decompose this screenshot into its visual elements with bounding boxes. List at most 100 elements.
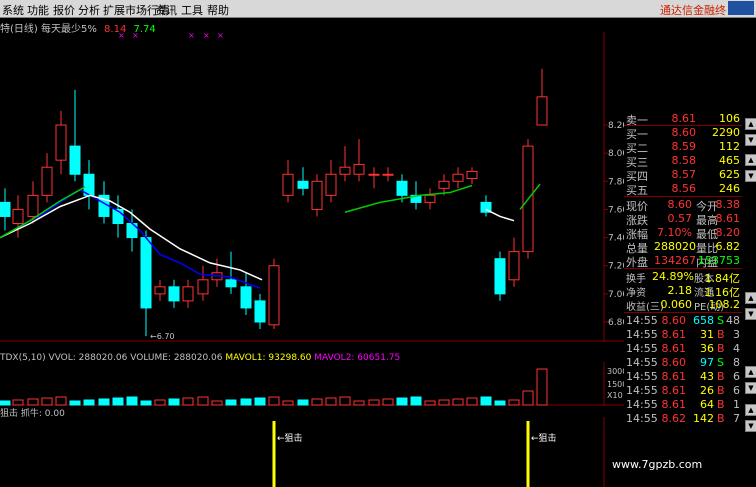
tick-side: B xyxy=(717,398,725,411)
candle-body xyxy=(353,163,365,175)
price-tick-label: 7.80 xyxy=(608,177,624,187)
signal-label: ←狙击 xyxy=(277,432,303,444)
tick-count: 6 xyxy=(733,384,740,397)
menu-system[interactable]: 系统 xyxy=(2,2,24,18)
stat-value: 153753 xyxy=(698,254,740,267)
stat-value: 288020 xyxy=(654,240,696,253)
tick-row: 14:55 8.61 64 B 1 xyxy=(624,398,742,413)
stat-value: 7.10% xyxy=(657,226,692,239)
tick-count: 1 xyxy=(733,398,740,411)
scroll-btn-icon[interactable]: ▼ xyxy=(745,134,756,146)
quote-panel: 卖一 8.61 106 买一 8.60 2290 买二 8.59 112 买三 8.58 465 买四 8… xyxy=(624,112,742,431)
tick-volume: 142 xyxy=(693,412,714,425)
bid-row: 买五 8.56 246 xyxy=(624,182,742,197)
ma-long-line-2 xyxy=(485,208,515,222)
scroll-btn-icon[interactable]: ▲ xyxy=(745,154,756,166)
volume-bar xyxy=(182,397,194,406)
signal-marker-icon: × xyxy=(203,32,210,40)
tick-price: 8.60 xyxy=(661,356,687,369)
tick-time: 14:55 xyxy=(626,370,658,383)
volume-bar xyxy=(438,399,450,406)
bid-row: 买四 8.57 625 xyxy=(624,168,742,183)
candle-body xyxy=(27,194,39,217)
volume-bar xyxy=(480,396,492,406)
scroll-btn-icon[interactable]: ▲ xyxy=(745,366,756,378)
candle-body xyxy=(154,286,166,295)
candle-body xyxy=(268,265,280,326)
candle-body xyxy=(396,180,408,196)
volume-bar xyxy=(69,400,81,406)
candle-body xyxy=(325,173,337,196)
bid-price: 8.60 xyxy=(671,126,697,139)
stat-row: 外盘 134267 内盘 153753 xyxy=(624,254,742,269)
menu-quote[interactable]: 报价 xyxy=(53,2,75,18)
stat-value: 134267 xyxy=(654,254,696,267)
tick-time: 14:55 xyxy=(626,328,658,341)
volume-bar xyxy=(368,399,380,406)
volume-bar xyxy=(0,400,11,406)
tick-side: B xyxy=(717,342,725,355)
signal-marker-icon: × xyxy=(188,32,195,40)
bid-price: 8.58 xyxy=(671,154,697,167)
menu-help[interactable]: 帮助 xyxy=(207,2,229,18)
tick-volume: 658 xyxy=(693,314,714,327)
menu-analysis[interactable]: 分析 xyxy=(78,2,100,18)
tick-side: S xyxy=(717,314,724,327)
ask-volume: 106 xyxy=(719,112,740,125)
volume-tick-label: 15000 xyxy=(607,380,624,389)
volume-bar xyxy=(452,398,464,406)
tick-price: 8.60 xyxy=(661,314,687,327)
menu-news[interactable]: 资讯 xyxy=(155,2,177,18)
scroll-btn-icon[interactable]: ▼ xyxy=(745,308,756,320)
window-buttons[interactable] xyxy=(728,1,754,15)
ma-green-line-2 xyxy=(344,184,473,213)
scroll-btn-icon[interactable]: ▲ xyxy=(745,404,756,416)
candle-body xyxy=(168,286,180,302)
tick-count: 3 xyxy=(733,328,740,341)
price-chart[interactable]: 8.20 8.00 7.80 7.60 7.40 7.20 7.00 6.80 ←6.70 × × ×… xyxy=(0,32,624,342)
scroll-btn-icon[interactable]: ▼ xyxy=(745,420,756,432)
tick-count: 4 xyxy=(733,342,740,355)
right-scrollbar[interactable]: ▲ ▼ ▲ ▼ ▲ ▼ ▲ ▼ ▲ ▼ xyxy=(744,112,756,442)
tick-side: B xyxy=(717,328,725,341)
tick-count: 48 xyxy=(726,314,740,327)
candle-body xyxy=(452,173,464,182)
bid-price: 8.59 xyxy=(671,140,697,153)
candle-body xyxy=(311,180,323,210)
volume-bar xyxy=(240,398,252,406)
tick-volume: 36 xyxy=(700,342,714,355)
menu-function[interactable]: 功能 xyxy=(27,2,49,18)
volume-bar xyxy=(353,400,365,406)
stat-value: 24.89% xyxy=(652,270,694,283)
ask-price: 8.61 xyxy=(671,112,697,125)
tick-price: 8.61 xyxy=(661,370,687,383)
volume-bar xyxy=(98,398,110,406)
tick-row: 14:55 8.61 31 B 3 xyxy=(624,328,742,343)
volume-bar xyxy=(508,399,520,406)
quote-separator xyxy=(624,196,742,197)
candle-body xyxy=(12,208,24,225)
scroll-up-icon[interactable]: ▲ xyxy=(745,118,756,130)
candle-body xyxy=(140,237,152,309)
candle-body xyxy=(41,166,53,196)
low-price-label: ←6.70 xyxy=(150,332,175,341)
volume-bar xyxy=(168,398,180,406)
candle-body xyxy=(297,180,309,189)
bid-volume: 246 xyxy=(719,182,740,195)
candle-body xyxy=(0,201,11,217)
scroll-btn-icon[interactable]: ▼ xyxy=(745,382,756,394)
menu-tools[interactable]: 工具 xyxy=(181,2,203,18)
stat-label: 净资 xyxy=(626,288,646,299)
candle-body xyxy=(466,170,478,179)
volume-bar xyxy=(410,396,422,406)
indicator-chart[interactable]: ←狙击 ←狙击 xyxy=(0,417,624,487)
volume-bar xyxy=(41,397,53,406)
stat-value: 0.060 xyxy=(660,298,693,311)
bid-price: 8.57 xyxy=(671,168,697,181)
watermark: www.7gpzb.com xyxy=(612,458,703,471)
volume-chart[interactable]: 30000 15000 X10 xyxy=(0,362,624,406)
scroll-btn-icon[interactable]: ▲ xyxy=(745,292,756,304)
candle-body xyxy=(382,173,394,176)
scroll-btn-icon[interactable]: ▼ xyxy=(745,170,756,182)
price-tick-label: 7.40 xyxy=(608,234,624,244)
